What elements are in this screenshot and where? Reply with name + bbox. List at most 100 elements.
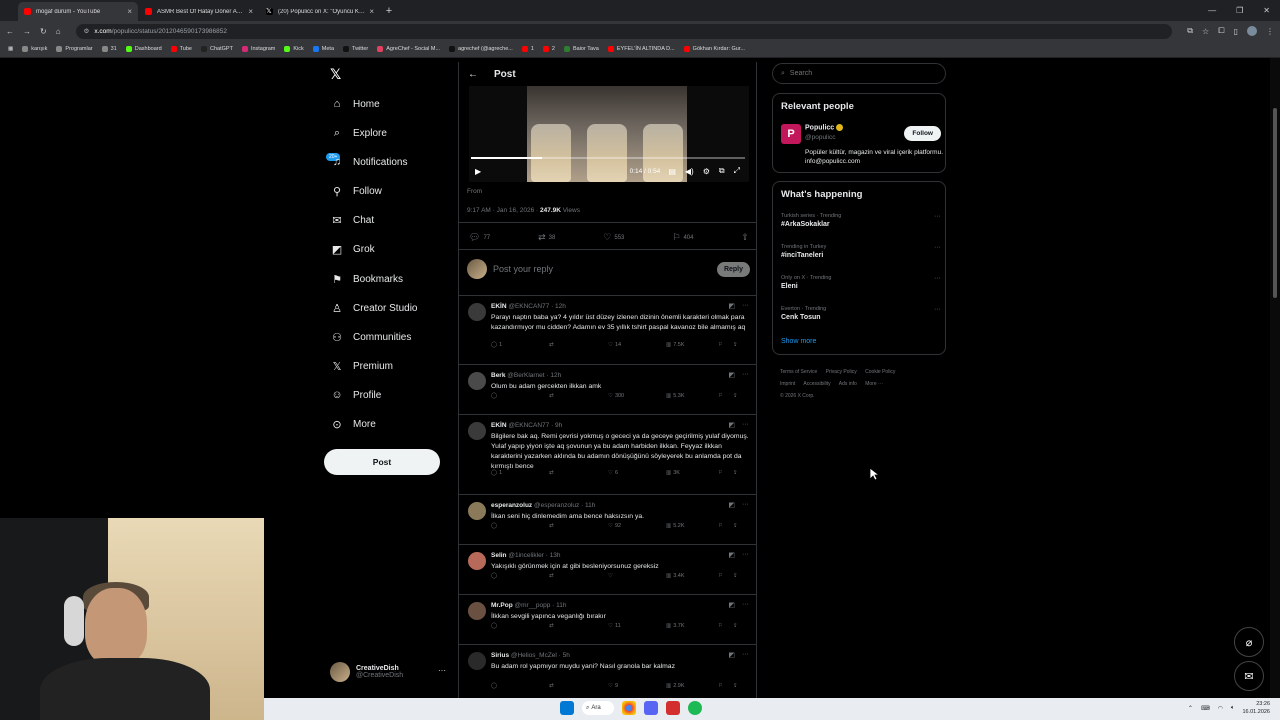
avatar[interactable] (468, 422, 486, 440)
app-icon[interactable] (666, 701, 680, 715)
reply-button[interactable]: ◯ (491, 683, 549, 689)
avatar[interactable] (468, 372, 486, 390)
avatar[interactable] (468, 652, 486, 670)
like-button[interactable]: ♡ 553 (603, 232, 624, 243)
grok-icon[interactable]: ◩ (728, 501, 735, 509)
browser-tab-0[interactable]: mogaf dürüm - YouTube × (18, 2, 138, 21)
more-icon[interactable]: ··· (934, 306, 941, 313)
bookmark-item[interactable]: AgreChef - Social M... (377, 46, 440, 52)
close-icon[interactable]: × (369, 7, 374, 16)
account-switcher[interactable]: CreativeDish @CreativeDish ··· (330, 662, 450, 682)
bookmark-item[interactable]: Kick (284, 46, 304, 52)
footer-link[interactable]: Privacy Policy (826, 369, 857, 375)
repost-button[interactable]: ⇄ (549, 470, 608, 476)
repost-button[interactable]: ⇄ (549, 683, 608, 689)
nav-communities[interactable]: ⚇ Communities (330, 328, 411, 346)
repost-button[interactable]: ⇄ (549, 623, 608, 629)
reply-item[interactable]: EKİN @EKNCAN77 · 12h ◩ ··· Parayı naptın ba… (459, 295, 756, 364)
bookmark-button[interactable]: ⚐ (718, 523, 733, 529)
views-button[interactable]: ▥ 3.4K (666, 573, 718, 579)
reply-button[interactable]: ◯ (491, 573, 549, 579)
repost-button[interactable]: ⇄ 38 (538, 232, 555, 243)
browser-tab-2[interactable]: 𝕏 (20) Populicc on X: "Oyuncu Kı... × (260, 2, 380, 21)
avatar[interactable] (468, 502, 486, 520)
nav-explore[interactable]: ⌕ Explore (330, 124, 387, 142)
scrollbar-thumb[interactable] (1273, 108, 1277, 298)
site-info-icon[interactable]: ⚙ (84, 27, 90, 35)
more-icon[interactable]: ··· (934, 244, 941, 251)
bookmark-item[interactable]: Programlar (56, 46, 93, 52)
reply-item[interactable]: Mr.Pop @mr__popp · 11h ◩ ··· İlkkan sevgili… (459, 594, 756, 644)
windows-start-icon[interactable] (560, 701, 574, 715)
apps-icon[interactable]: ▦ (8, 46, 13, 52)
nav-notifications[interactable]: ♫ Notifications (330, 153, 408, 171)
reply-button[interactable]: ◯ 1 (491, 470, 549, 476)
trend-item[interactable]: Everton · Trending Cenk Tosun ··· (781, 306, 941, 321)
volume-icon[interactable]: ◀) (685, 167, 694, 176)
bookmark-item[interactable]: karışık (22, 46, 47, 52)
reply-author-name[interactable]: Sirius (491, 652, 509, 659)
like-button[interactable]: ♡ 6 (608, 470, 666, 476)
views-button[interactable]: ▥ 3K (666, 470, 718, 476)
grok-float-button[interactable]: ⌀ (1234, 627, 1264, 657)
bookmark-item[interactable]: Dashboard (125, 46, 162, 52)
avatar[interactable] (1247, 26, 1257, 36)
close-window-icon[interactable]: ✕ (1263, 6, 1270, 15)
share-button[interactable]: ⇪ (733, 342, 748, 348)
grok-icon[interactable]: ◩ (728, 601, 735, 609)
views-button[interactable]: ▥ 3.7K (666, 623, 718, 629)
repost-button[interactable]: ⇄ (549, 573, 608, 579)
reply-button[interactable]: ◯ 1 (491, 342, 549, 348)
like-button[interactable]: ♡ 9 (608, 683, 666, 689)
more-icon[interactable]: ··· (934, 275, 941, 282)
like-button[interactable]: ♡ 11 (608, 623, 666, 629)
bookmark-button[interactable]: ⚐ (718, 470, 733, 476)
pip-icon[interactable]: ⧉ (719, 166, 725, 176)
settings-icon[interactable]: ⚙ (703, 167, 710, 176)
taskbar-search[interactable]: ⌕ Ara (582, 701, 614, 715)
grok-icon[interactable]: ◩ (728, 551, 735, 559)
follow-button[interactable]: Follow (904, 126, 941, 141)
avatar[interactable] (468, 602, 486, 620)
repost-button[interactable]: ⇄ (549, 342, 608, 348)
reply-submit-button[interactable]: Reply (716, 261, 750, 277)
share-button[interactable]: ⇪ (733, 573, 748, 579)
new-tab-button[interactable]: + (381, 5, 397, 17)
chrome-icon[interactable] (622, 701, 636, 715)
star-icon[interactable]: ☆ (1202, 27, 1209, 36)
captions-icon[interactable]: ▤ (668, 167, 676, 176)
like-button[interactable]: ♡ 92 (608, 523, 666, 529)
more-icon[interactable]: ··· (742, 601, 749, 609)
more-icon[interactable]: ··· (934, 213, 941, 220)
footer-link[interactable]: More ··· (865, 381, 883, 387)
repost-button[interactable]: ⇄ (549, 393, 608, 399)
views-button[interactable]: ▥ 2.9K (666, 683, 718, 689)
bookmark-item[interactable]: 1 (521, 46, 534, 52)
bookmark-button[interactable]: ⚐ (718, 342, 733, 348)
sidebar-icon[interactable]: ▯ (1234, 27, 1238, 36)
nav-chat[interactable]: ✉ Chat (330, 211, 374, 229)
trend-item[interactable]: Only on X · Trending Eleni ··· (781, 275, 941, 290)
avatar[interactable] (468, 303, 486, 321)
reply-button[interactable]: ◯ (491, 523, 549, 529)
compose-post-button[interactable]: Post (324, 449, 440, 475)
footer-link[interactable]: Cookie Policy (865, 369, 895, 375)
chevron-up-icon[interactable]: ⌃ (1188, 705, 1193, 712)
trend-item[interactable]: Turkish series · Trending #ArkaSokaklar … (781, 213, 941, 228)
fullscreen-icon[interactable]: ⤢ (734, 166, 740, 176)
volume-icon[interactable]: 🔈︎ (1231, 705, 1235, 712)
bookmark-button[interactable]: ⚐ (718, 393, 733, 399)
share-button[interactable]: ⇪ (733, 683, 748, 689)
reply-author-name[interactable]: esperanzoluz (491, 502, 532, 509)
bookmark-item[interactable]: ChatGPT (201, 46, 233, 52)
close-icon[interactable]: × (127, 7, 132, 16)
reply-item[interactable]: EKİN @EKNCAN77 · 9h ◩ ··· Bilgilere bak aq.… (459, 414, 756, 494)
bookmark-item[interactable]: 2 (542, 46, 555, 52)
minimize-icon[interactable]: — (1208, 6, 1216, 15)
page-scrollbar[interactable] (1270, 58, 1280, 698)
nav-profile[interactable]: ☺ Profile (330, 386, 381, 404)
close-icon[interactable]: × (248, 7, 253, 16)
reload-icon[interactable]: ↻ (40, 27, 47, 36)
grok-icon[interactable]: ◩ (728, 421, 735, 429)
share-button[interactable]: ⇪ (733, 523, 748, 529)
